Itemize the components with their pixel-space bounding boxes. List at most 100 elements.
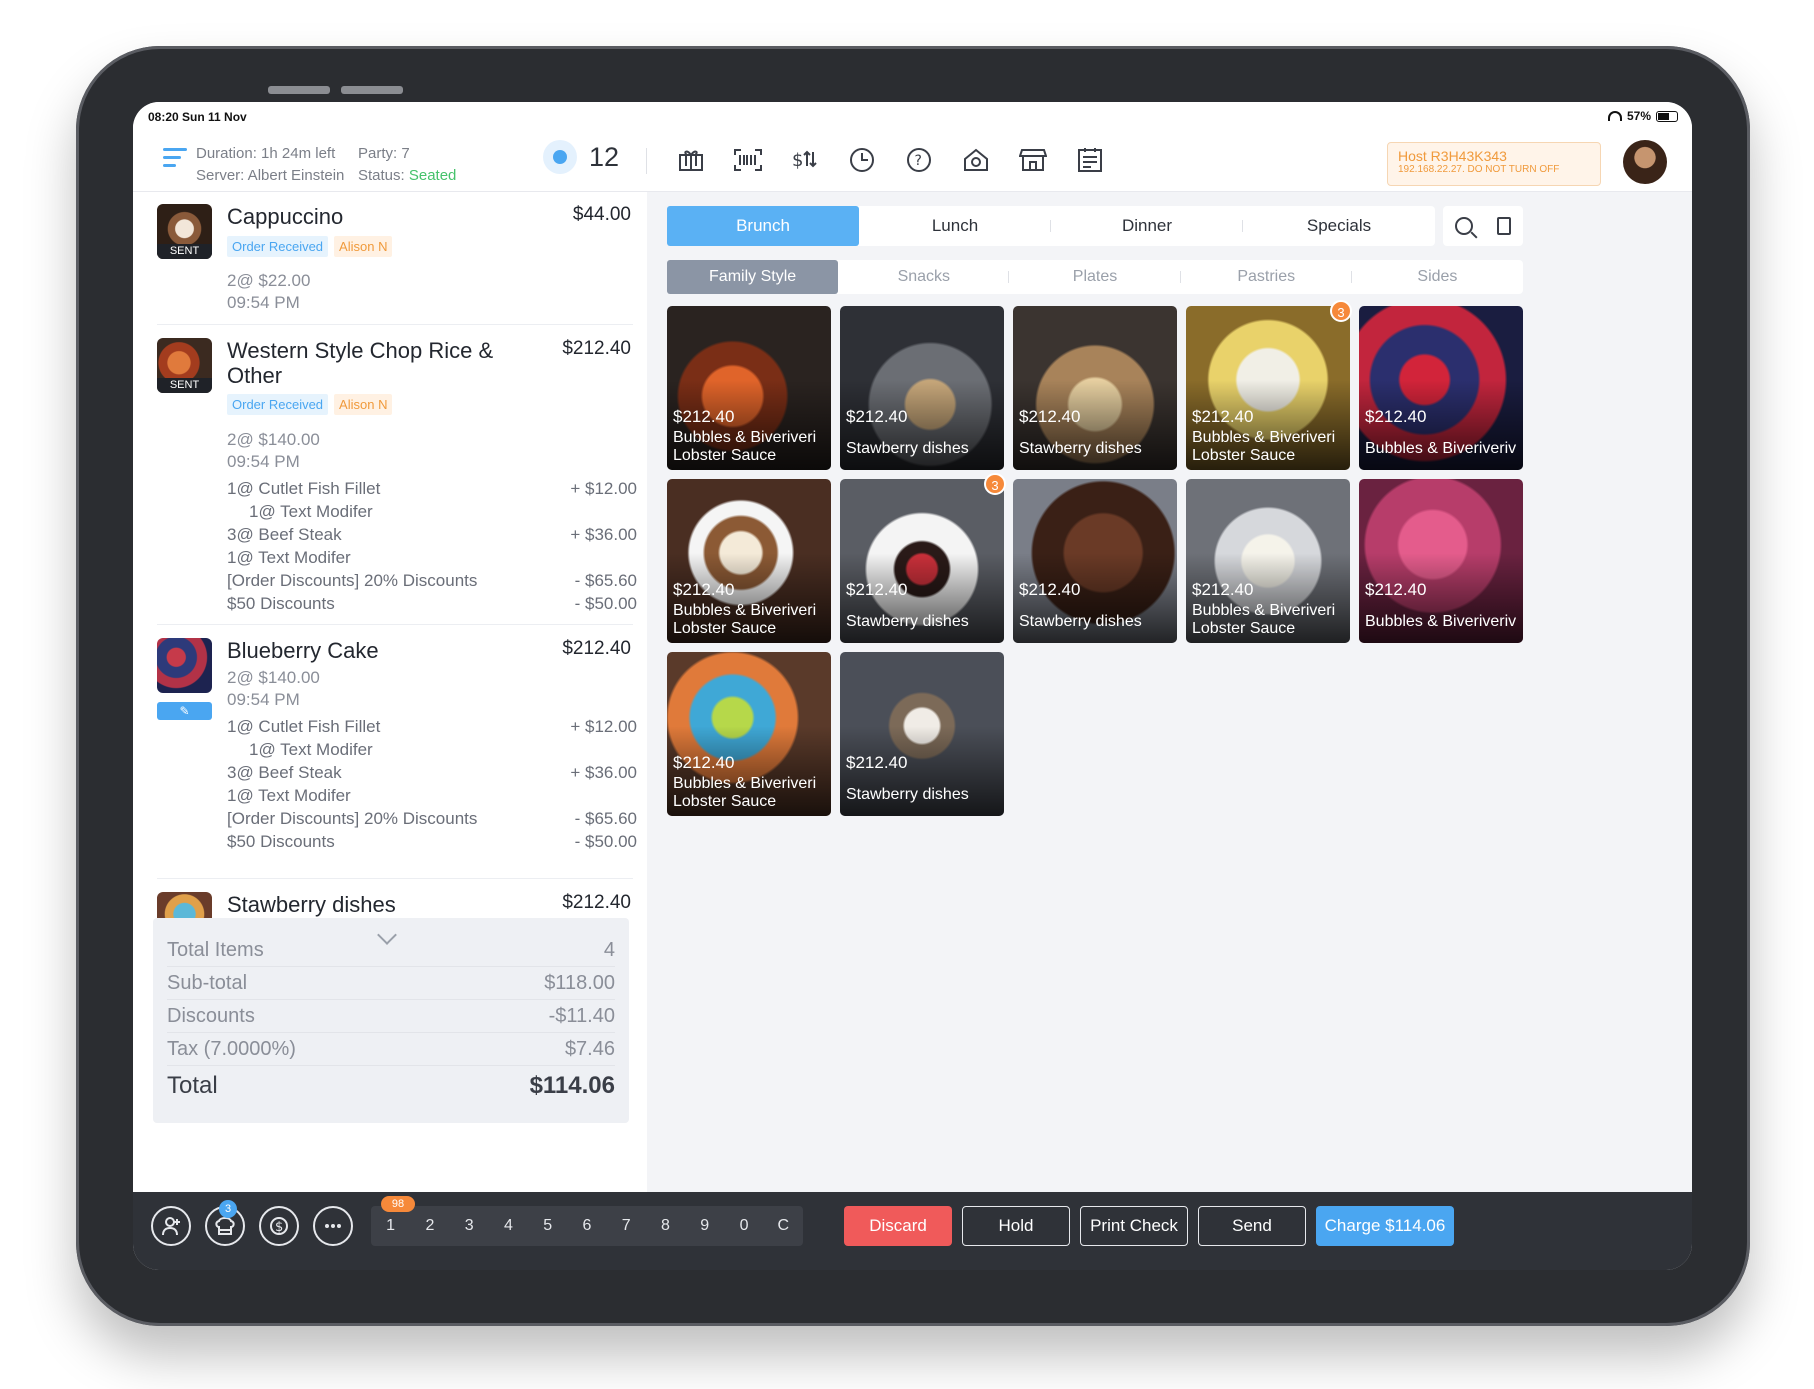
hold-button[interactable]: Hold <box>962 1206 1070 1246</box>
battery-icon <box>1656 110 1678 122</box>
numpad-key[interactable]: 1 <box>371 1206 410 1246</box>
bottom-bar: 3 $ 1234567890C 98 Discard Hold Print Ch… <box>133 1192 1692 1270</box>
volume-down-button <box>341 86 403 94</box>
tab-lunch[interactable]: Lunch <box>859 206 1051 246</box>
payment-button[interactable]: $ <box>259 1206 299 1246</box>
print-check-button[interactable]: Print Check <box>1080 1206 1188 1246</box>
card-name: Bubbles & Biveriveri Lobster Sauce <box>1192 602 1347 638</box>
card-name: Bubbles & Biveriveriv <box>1365 613 1520 631</box>
item-price: $212.40 <box>562 892 631 913</box>
store-icon[interactable] <box>1015 142 1050 177</box>
toolbar: $ ? <box>673 142 1107 177</box>
card-name-line1: Stawberry dishes <box>846 440 969 457</box>
card-name: Stawberry dishes <box>846 440 1001 458</box>
numpad-key[interactable]: 6 <box>567 1206 606 1246</box>
card-name-line1: Bubbles & Biveriveri <box>673 602 817 619</box>
card-price: $212.40 <box>846 753 908 772</box>
party: Party: 7 <box>358 145 410 162</box>
menu-item-card[interactable]: $212.40 Stawberry dishes <box>1013 479 1177 643</box>
numpad-key[interactable]: 9 <box>685 1206 724 1246</box>
card-name-line2: Lobster Sauce <box>673 620 777 637</box>
help-icon[interactable]: ? <box>901 142 936 177</box>
item-price: $44.00 <box>572 204 631 225</box>
numpad-key[interactable]: 4 <box>489 1206 528 1246</box>
numpad-badge: 98 <box>381 1196 415 1212</box>
gift-icon[interactable] <box>673 142 708 177</box>
tab-specials[interactable]: Specials <box>1243 206 1435 246</box>
item-qty: 2@ $140.00 <box>227 668 320 687</box>
numpad-key[interactable]: 8 <box>646 1206 685 1246</box>
modifier-line: 3@ Beef Steak + $36.00 <box>227 763 637 782</box>
more-button[interactable] <box>313 1206 353 1246</box>
menu-item-card[interactable]: $212.40 Bubbles & Biveriveri Lobster Sauce <box>667 652 831 816</box>
menu-item-card[interactable]: $212.40 Stawberry dishes <box>840 652 1004 816</box>
host-subtitle: 192.168.22.27. DO NOT TURN OFF <box>1398 164 1560 175</box>
card-price: $212.40 <box>1192 580 1254 599</box>
menu-item-card[interactable]: $212.40 Stawberry dishes <box>1013 306 1177 470</box>
item-name: Cappuccino <box>227 204 344 229</box>
cappuccino-thumb: SENT <box>157 204 212 259</box>
discard-button[interactable]: Discard <box>844 1206 952 1246</box>
staff-badge: Alison N <box>334 236 393 257</box>
menu-icon[interactable] <box>163 148 187 168</box>
numpad-key[interactable]: C <box>764 1206 803 1246</box>
tab-dinner[interactable]: Dinner <box>1051 206 1243 246</box>
status-time: 08:20 Sun 11 Nov <box>148 110 247 124</box>
menu-item-card[interactable]: $212.40 Stawberry dishes <box>840 306 1004 470</box>
clock-icon[interactable] <box>844 142 879 177</box>
numpad-key[interactable]: 7 <box>607 1206 646 1246</box>
menu-item-card[interactable]: $212.40 Bubbles & Biveriveri Lobster Sauce <box>1186 479 1350 643</box>
camera-scan-icon[interactable] <box>958 142 993 177</box>
card-name: Bubbles & Biveriveriv <box>1365 440 1520 458</box>
calculator-icon[interactable] <box>1497 217 1511 235</box>
order-panel: SENT Cappuccino $44.00 Order Received Al… <box>133 192 647 1192</box>
menu-item-card[interactable]: $212.40 Bubbles & Biveriveri Lobster Sauce <box>1186 306 1350 470</box>
modifier-line: [Order Discounts] 20% Discounts - $65.60 <box>227 571 637 590</box>
summary-tax: Tax (7.0000%) $7.46 <box>167 1033 615 1066</box>
charge-button[interactable]: Charge $114.06 <box>1316 1206 1454 1246</box>
numpad-key[interactable]: 5 <box>528 1206 567 1246</box>
search-icon[interactable] <box>1455 217 1473 235</box>
tab-brunch[interactable]: Brunch <box>667 206 859 246</box>
chop-rice-thumb: SENT <box>157 338 212 393</box>
item-time: 09:54 PM <box>227 452 300 471</box>
item-time: 09:54 PM <box>227 293 300 312</box>
edit-button[interactable]: ✎ <box>157 702 212 720</box>
avatar[interactable] <box>1623 140 1667 184</box>
staff-badge: Alison N <box>334 394 393 415</box>
status-value: Seated <box>408 167 457 184</box>
tab-sides[interactable]: Sides <box>1352 260 1523 294</box>
card-price: $212.40 <box>1365 580 1427 599</box>
menu-item-card[interactable]: $212.40 Bubbles & Biveriveriv <box>1359 306 1523 470</box>
modifier-line: 1@ Text Modifer <box>227 786 351 805</box>
duration: Duration: 1h 24m left <box>196 145 336 162</box>
menu-item-card[interactable]: $212.40 Bubbles & Biveriveri Lobster Sauce <box>667 479 831 643</box>
customer-button[interactable] <box>151 1206 191 1246</box>
report-icon[interactable] <box>1072 142 1107 177</box>
card-price: $212.40 <box>846 580 908 599</box>
card-name: Bubbles & Biveriveri Lobster Sauce <box>673 429 828 465</box>
card-name-line1: Stawberry dishes <box>846 613 969 630</box>
tab-family-style[interactable]: Family Style <box>667 260 839 294</box>
battery-area: 57% <box>1607 109 1678 123</box>
tab-plates[interactable]: Plates <box>1009 260 1181 294</box>
volume-up-button <box>268 86 330 94</box>
menu-item-card[interactable]: $212.40 Stawberry dishes <box>840 479 1004 643</box>
tab-snacks[interactable]: Snacks <box>838 260 1010 294</box>
table-number: 12 <box>589 141 620 172</box>
category-tabs: Brunch Lunch Dinner Specials <box>667 206 1435 246</box>
menu-item-card[interactable]: $212.40 Bubbles & Biveriveri Lobster Sauce <box>667 306 831 470</box>
tab-pastries[interactable]: Pastries <box>1181 260 1352 294</box>
numpad-key[interactable]: 0 <box>724 1206 763 1246</box>
menu-item-card[interactable]: $212.40 Bubbles & Biveriveriv <box>1359 479 1523 643</box>
send-button[interactable]: Send <box>1198 1206 1306 1246</box>
modifier-line: [Order Discounts] 20% Discounts - $65.60 <box>227 809 637 828</box>
table-selector[interactable]: 12 <box>543 140 619 174</box>
numpad-key[interactable]: 3 <box>450 1206 489 1246</box>
numpad-key[interactable]: 2 <box>410 1206 449 1246</box>
price-swap-icon[interactable]: $ <box>787 142 822 177</box>
host-info: Host R3H43K343 192.168.22.27. DO NOT TUR… <box>1387 142 1601 186</box>
summary-discounts: Discounts -$11.40 <box>167 1000 615 1033</box>
barcode-icon[interactable] <box>730 142 765 177</box>
card-name-line1: Bubbles & Biveriveriv <box>1365 613 1517 630</box>
